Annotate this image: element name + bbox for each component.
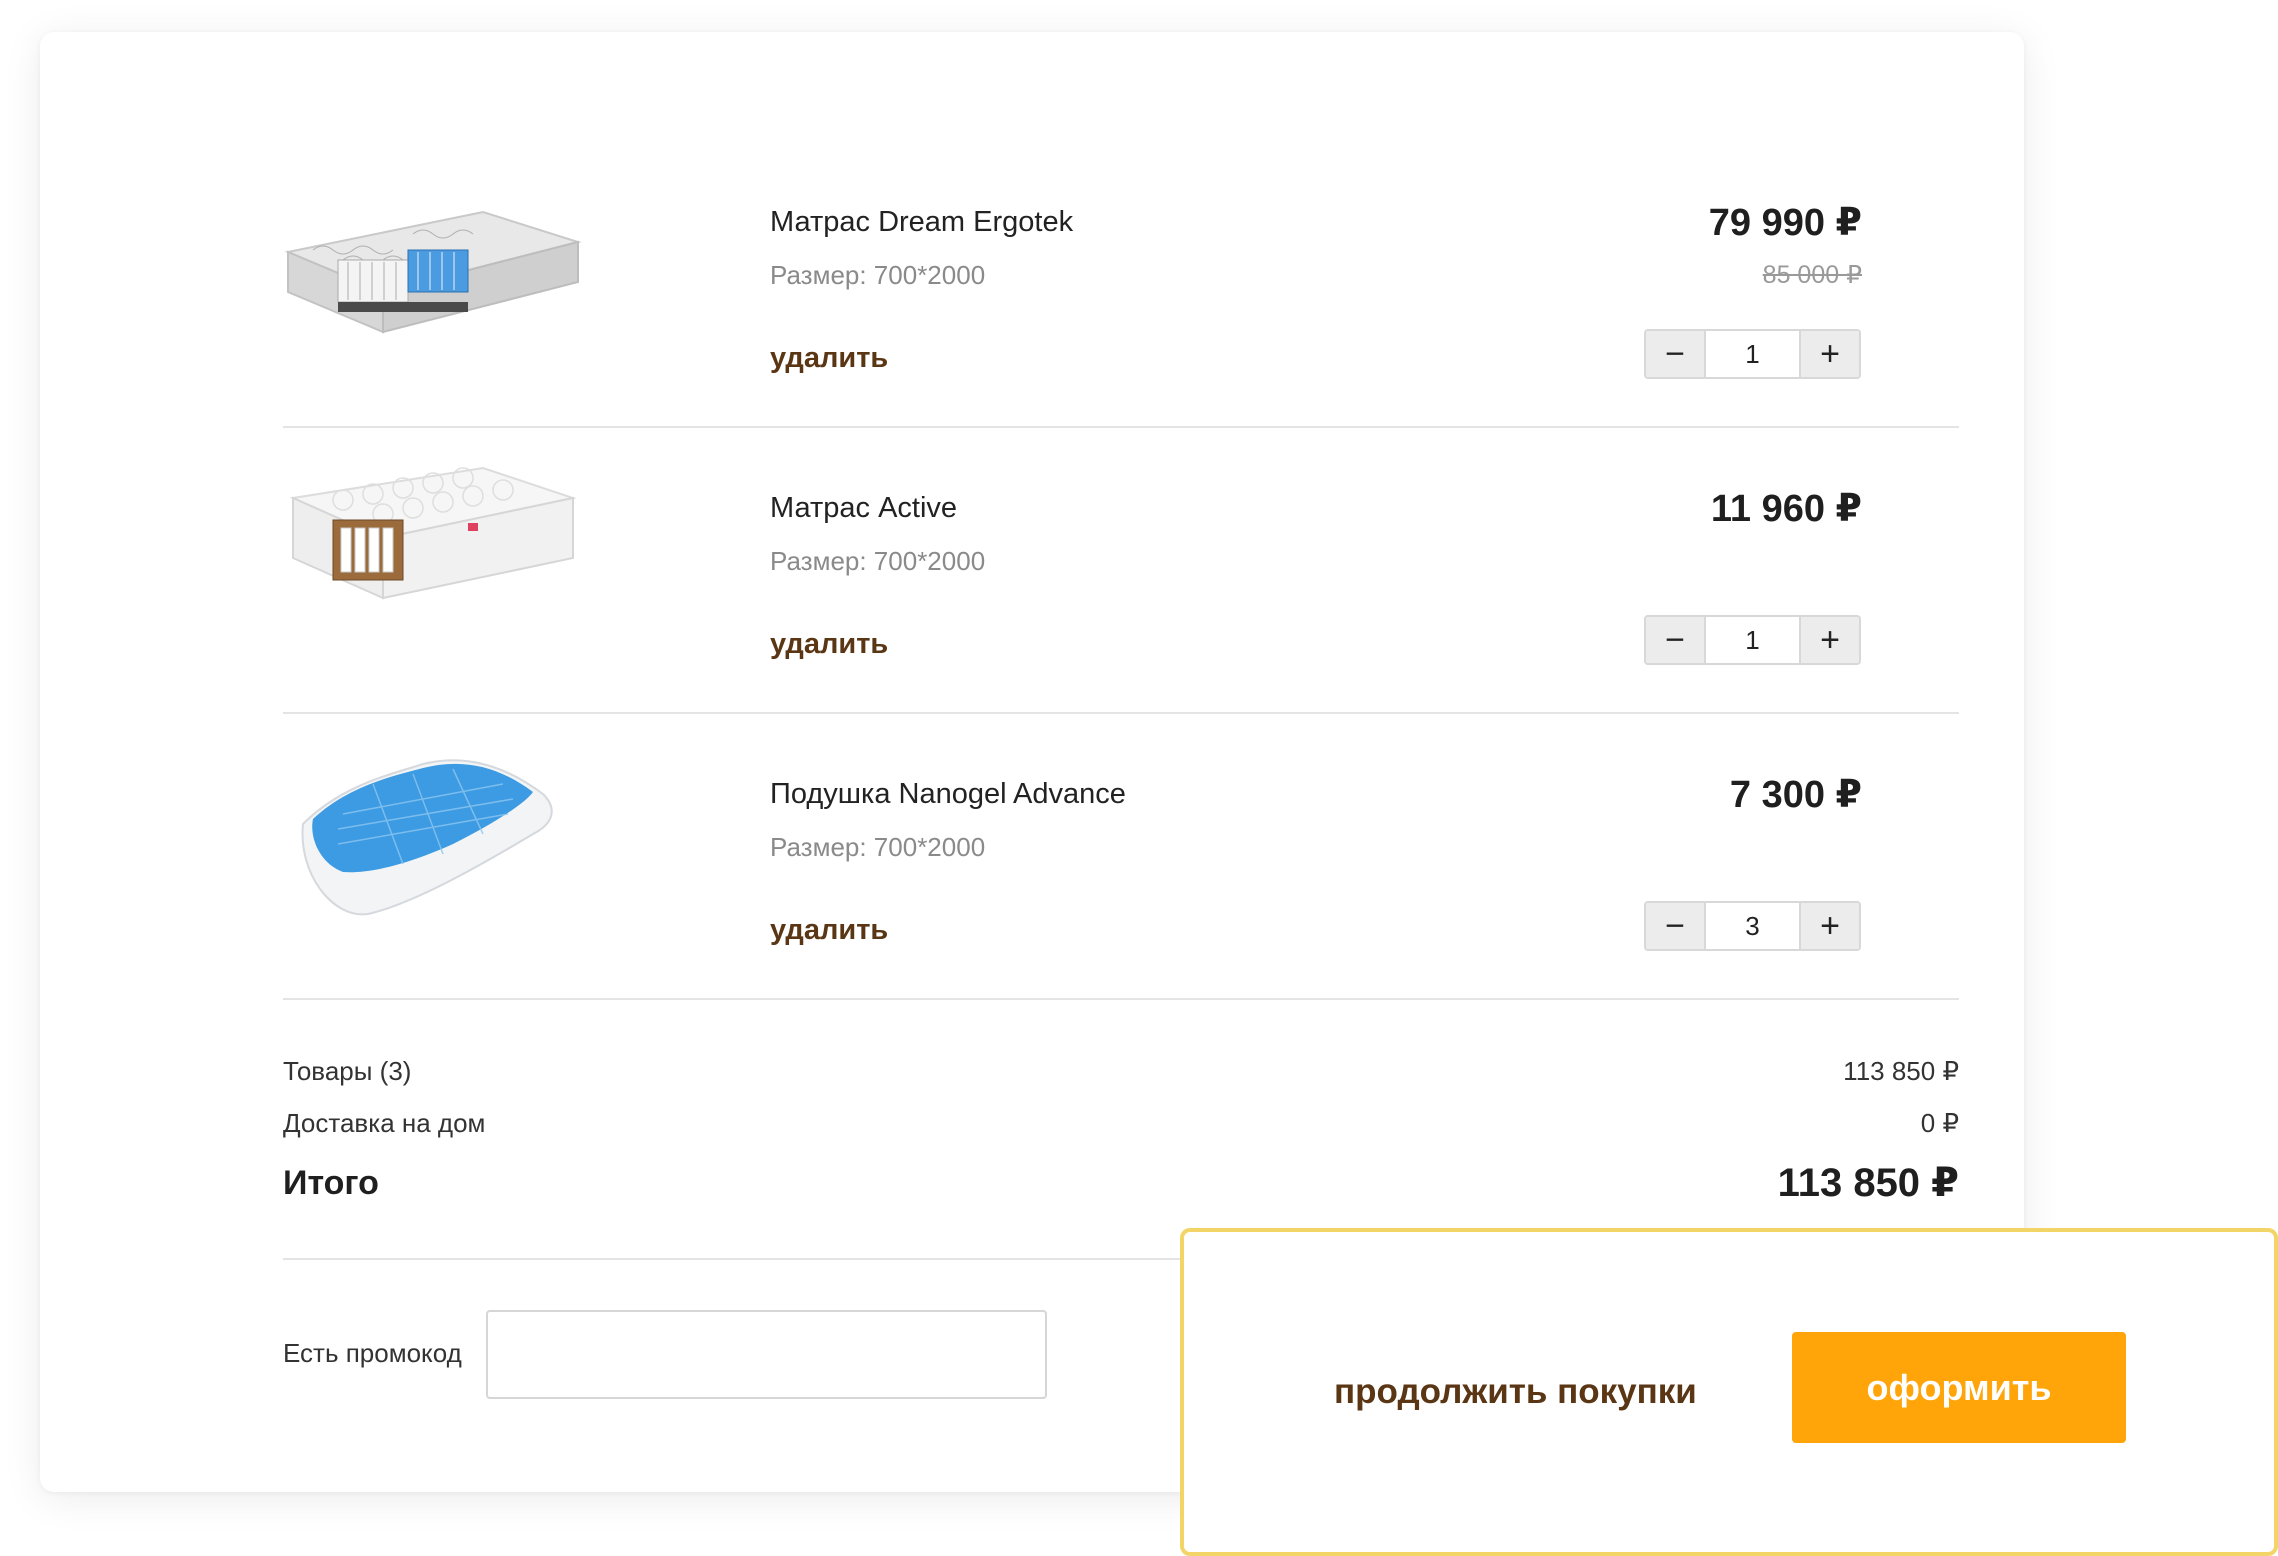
quantity-stepper: − 1 + — [1644, 615, 1861, 665]
increase-button[interactable]: + — [1801, 617, 1859, 663]
product-size: Размер: 700*2000 — [770, 546, 986, 576]
product-size: Размер: 700*2000 — [770, 260, 986, 290]
continue-shopping-link[interactable]: продолжить покупки — [1334, 1372, 1697, 1412]
product-price: 11 960 ₽ — [1710, 488, 1862, 530]
summary-total-row: Итого 113 850 ₽ — [283, 1160, 1959, 1208]
checkout-actions-panel: продолжить покупки оформить — [1180, 1228, 2278, 1556]
cart-item: Матрас Active Размер: 700*2000 удалить 1… — [283, 428, 1959, 714]
product-size: Размер: 700*2000 — [770, 832, 986, 862]
goods-label: Товары (3) — [283, 1056, 412, 1086]
total-label: Итого — [283, 1164, 379, 1202]
item-divider — [283, 998, 1959, 1000]
checkout-button[interactable]: оформить — [1792, 1332, 2126, 1443]
mattress-image — [284, 210, 582, 334]
summary-delivery-row: Доставка на дом 0 ₽ — [283, 1108, 1959, 1140]
quantity-stepper: − 3 + — [1644, 901, 1861, 951]
decrease-button[interactable]: − — [1646, 903, 1704, 949]
quantity-stepper: − 1 + — [1644, 329, 1861, 379]
goods-value: 113 850 ₽ — [1843, 1056, 1959, 1086]
cart-item: Матрас Dream Ergotek Размер: 700*2000 уд… — [283, 142, 1959, 428]
delivery-label: Доставка на дом — [283, 1108, 486, 1138]
decrease-button[interactable]: − — [1646, 331, 1704, 377]
total-value: 113 850 ₽ — [1777, 1161, 1959, 1205]
increase-button[interactable]: + — [1801, 903, 1859, 949]
remove-link[interactable]: удалить — [770, 342, 888, 375]
product-name[interactable]: Подушка Nanogel Advance — [770, 778, 1126, 811]
quantity-value[interactable]: 1 — [1704, 617, 1801, 663]
delivery-value: 0 ₽ — [1920, 1108, 1959, 1138]
product-price: 7 300 ₽ — [1729, 774, 1862, 816]
remove-link[interactable]: удалить — [770, 628, 888, 661]
decrease-button[interactable]: − — [1646, 617, 1704, 663]
quantity-value[interactable]: 3 — [1704, 903, 1801, 949]
increase-button[interactable]: + — [1801, 331, 1859, 377]
promo-code-input[interactable] — [486, 1310, 1047, 1399]
product-price: 79 990 ₽ — [1708, 202, 1862, 244]
cart-item: Подушка Nanogel Advance Размер: 700*2000… — [283, 714, 1959, 1000]
product-name[interactable]: Матрас Active — [770, 492, 957, 525]
remove-link[interactable]: удалить — [770, 914, 888, 947]
mattress-image — [289, 466, 577, 600]
product-old-price: 85 000 ₽ — [1762, 261, 1862, 289]
product-name[interactable]: Матрас Dream Ergotek — [770, 206, 1073, 239]
summary-goods-row: Товары (3) 113 850 ₽ — [283, 1056, 1959, 1088]
pillow-image — [301, 759, 553, 916]
promo-label: Есть промокод — [283, 1338, 462, 1368]
quantity-value[interactable]: 1 — [1704, 331, 1801, 377]
